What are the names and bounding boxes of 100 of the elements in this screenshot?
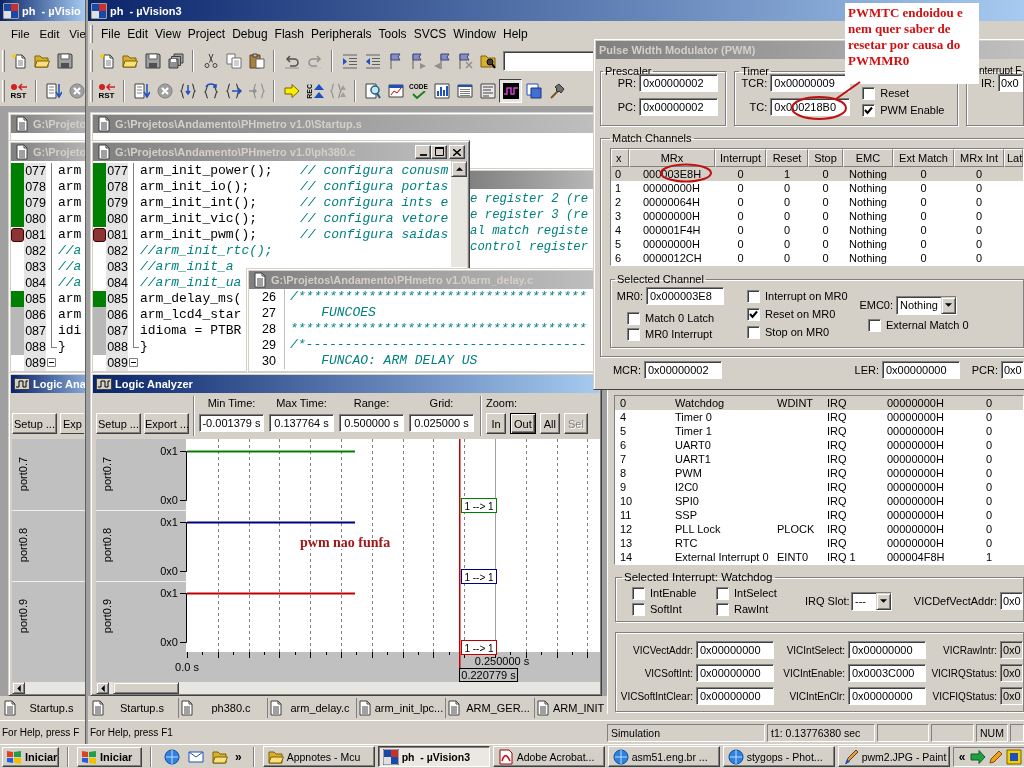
left-arrow-icon[interactable] bbox=[16, 684, 21, 692]
document-arrow-icon[interactable] bbox=[45, 83, 62, 99]
zoom-button[interactable]: In bbox=[486, 413, 506, 434]
checkbox[interactable] bbox=[747, 289, 760, 303]
checkbox-label[interactable]: Interrupt on MR0 bbox=[765, 290, 848, 302]
x-circle-icon[interactable] bbox=[68, 83, 85, 99]
file-tab[interactable]: ARM_INIT bbox=[535, 698, 605, 718]
braces-arrow-icon[interactable] bbox=[202, 83, 219, 99]
logic-analyzer-button[interactable] bbox=[499, 79, 522, 103]
scroll-thumb[interactable] bbox=[113, 682, 179, 694]
start-button[interactable]: Iniciar bbox=[77, 746, 142, 767]
open-folder-icon[interactable] bbox=[121, 53, 138, 69]
stacked-floppies-icon[interactable] bbox=[167, 53, 184, 69]
undo-icon[interactable] bbox=[283, 53, 300, 69]
flag-icon[interactable] bbox=[433, 53, 450, 69]
bar-chart-icon[interactable] bbox=[433, 83, 450, 99]
table-row[interactable]: 5 00000000H 0 0 0 Nothing 0 0 bbox=[611, 237, 1023, 251]
list-window-icon[interactable] bbox=[456, 83, 473, 99]
text-window-icon[interactable] bbox=[479, 83, 496, 99]
horizontal-scrollbar[interactable] bbox=[96, 682, 600, 694]
value-field[interactable]: 0x00000000 bbox=[848, 687, 926, 705]
value-field[interactable]: 0x0003C000 bbox=[848, 664, 926, 682]
task-button[interactable]: stygops - Phot... bbox=[722, 746, 835, 767]
table-row[interactable]: 5 Timer 1 IRQ 00000000H 0 bbox=[615, 424, 1023, 438]
table-row[interactable]: 2 00000064H 0 0 0 Nothing 0 0 bbox=[611, 195, 1023, 209]
value-field[interactable]: 0x0 bbox=[1000, 592, 1023, 610]
envelope-icon[interactable] bbox=[188, 748, 204, 765]
column-header[interactable]: EMC bbox=[843, 149, 893, 167]
table-row[interactable]: 10 SPI0 IRQ 00000000H 0 bbox=[615, 494, 1023, 508]
zoom-button[interactable]: Out bbox=[510, 413, 536, 434]
checkbox-label[interactable]: Stop on MR0 bbox=[765, 326, 830, 338]
task-button[interactable]: Adobe Acrobat... bbox=[492, 746, 605, 767]
menu-item[interactable]: File bbox=[8, 27, 33, 40]
task-button[interactable]: pwm2.JPG - Paint bbox=[837, 746, 950, 767]
scissors-icon[interactable] bbox=[202, 53, 219, 69]
table-row[interactable]: 9 I2C0 IRQ 00000000H 0 bbox=[615, 480, 1023, 494]
menu-item[interactable]: View bbox=[152, 26, 184, 41]
up-arrow-icon[interactable] bbox=[455, 167, 463, 171]
reset-button[interactable]: RST bbox=[7, 79, 30, 103]
value-field[interactable]: 0x00000000 bbox=[696, 664, 774, 682]
checkbox-label[interactable]: RawInt bbox=[734, 603, 769, 615]
task-button[interactable]: asm51.eng.br ... bbox=[607, 746, 720, 767]
dropdown[interactable]: --- bbox=[851, 591, 892, 611]
table-row[interactable]: 4 Timer 0 IRQ 00000000H 0 bbox=[615, 410, 1023, 424]
value-field[interactable]: 0x0 bbox=[998, 74, 1023, 92]
column-header[interactable]: MRx Int bbox=[954, 149, 1004, 167]
export-button[interactable]: Export ... bbox=[144, 413, 189, 434]
value-field[interactable]: 0x0 bbox=[1000, 641, 1023, 659]
table-row[interactable]: 6 UART0 IRQ 00000000H 0 bbox=[615, 438, 1023, 452]
table-row[interactable]: 3 00000000H 0 0 0 Nothing 0 0 bbox=[611, 209, 1023, 223]
export-button[interactable]: Exp bbox=[60, 413, 84, 434]
copy-icon[interactable] bbox=[225, 53, 242, 69]
value-field[interactable]: 0x0 bbox=[1000, 664, 1023, 682]
reset-button[interactable]: RST bbox=[95, 79, 118, 103]
column-header[interactable]: MRx bbox=[629, 149, 715, 167]
start-button[interactable]: Iniciar bbox=[2, 746, 59, 767]
checkbox-label[interactable]: IntSelect bbox=[734, 587, 777, 599]
braces-arrow-icon[interactable] bbox=[225, 83, 242, 99]
outdent-icon[interactable] bbox=[364, 53, 381, 69]
folder-magnifier-icon[interactable] bbox=[479, 53, 496, 69]
menu-item[interactable]: Window bbox=[450, 26, 499, 41]
menu-item[interactable]: Peripherals bbox=[307, 26, 375, 41]
menu-item[interactable]: Help bbox=[500, 26, 531, 41]
checkbox[interactable] bbox=[868, 318, 881, 332]
table-row[interactable]: 14 External Interrupt 0 EINT0 IRQ 1 000004F8H 1 bbox=[615, 550, 1023, 564]
checkbox-label[interactable]: Reset bbox=[880, 87, 910, 99]
checkbox-label[interactable]: Reset on MR0 bbox=[765, 308, 836, 320]
checkbox[interactable] bbox=[632, 586, 645, 600]
more-button[interactable]: » bbox=[232, 749, 245, 764]
value-field[interactable]: 0x00000002 bbox=[639, 98, 718, 116]
flag-icon[interactable] bbox=[410, 53, 427, 69]
checkbox-label[interactable]: MR0 Interrupt bbox=[645, 328, 713, 340]
checkbox[interactable] bbox=[716, 586, 729, 600]
checkbox[interactable] bbox=[627, 311, 640, 325]
x-circle-icon[interactable] bbox=[156, 83, 173, 99]
value-field[interactable]: 0x00000002 bbox=[639, 74, 718, 92]
checkbox-label[interactable]: Match 0 Latch bbox=[645, 312, 715, 324]
checkbox[interactable] bbox=[747, 307, 760, 321]
value-field[interactable]: 0x00000000 bbox=[696, 687, 774, 705]
table-row[interactable]: 0 Watchdog WDINT IRQ 00000000H 0 bbox=[615, 396, 1023, 410]
file-tab[interactable]: ARM_GER... bbox=[446, 698, 535, 718]
table-row[interactable]: 1 00000000H 0 0 0 Nothing 0 0 bbox=[611, 181, 1023, 195]
value-field[interactable]: 0x00000000 bbox=[882, 361, 960, 379]
value-field[interactable]: 0x00000002 bbox=[644, 361, 722, 379]
checkbox-label[interactable]: SoftInt bbox=[650, 603, 682, 615]
hammer-icon[interactable] bbox=[548, 83, 565, 99]
pencil-icon[interactable] bbox=[988, 748, 1005, 765]
table-row[interactable]: 11 SSP IRQ 00000000H 0 bbox=[615, 508, 1023, 522]
horizontal-scrollbar[interactable] bbox=[12, 682, 85, 694]
menu-item[interactable]: Project bbox=[184, 26, 229, 41]
braces-arrow-icon[interactable] bbox=[179, 83, 196, 99]
maximize-button[interactable] bbox=[431, 145, 447, 159]
minus-box-icon[interactable] bbox=[129, 358, 138, 367]
checkbox-label[interactable]: PWM Enable bbox=[880, 104, 945, 116]
checkbox-label[interactable]: IntEnable bbox=[650, 587, 697, 599]
clipboard-icon[interactable] bbox=[248, 53, 265, 69]
checkbox[interactable] bbox=[862, 86, 876, 100]
menu-item[interactable]: Flash bbox=[271, 26, 307, 41]
minus-box-icon[interactable] bbox=[47, 358, 56, 367]
left-arrow-icon[interactable] bbox=[100, 684, 105, 692]
